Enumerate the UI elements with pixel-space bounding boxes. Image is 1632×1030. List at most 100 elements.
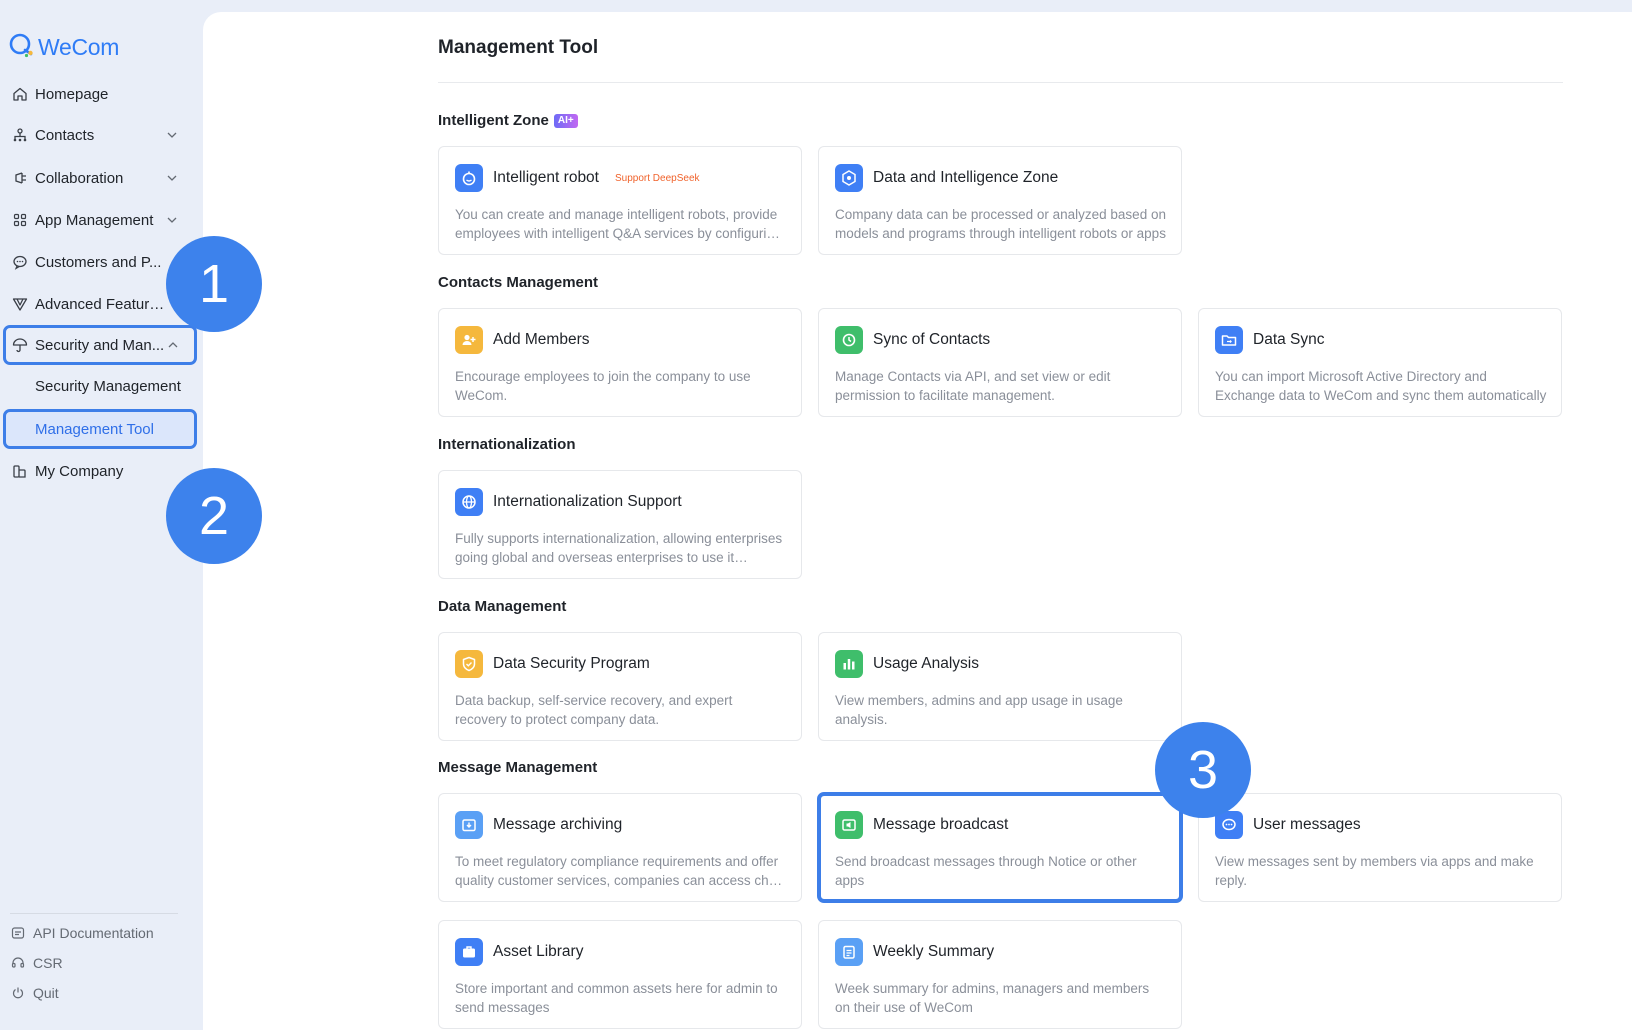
briefcase-icon <box>455 938 483 966</box>
card-name: Data Security Program <box>493 655 650 672</box>
chevron-down-icon[interactable] <box>164 127 180 143</box>
section-title-text: Data Management <box>438 598 567 615</box>
sidebar-subitem-management-tool[interactable]: Management Tool <box>3 409 197 449</box>
footer-label: API Documentation <box>33 925 154 941</box>
section-title-data-management: Data Management <box>438 598 566 615</box>
card-description: Store important and common assets here f… <box>455 981 778 1015</box>
card-sync-of-contacts[interactable]: Sync of Contacts Manage Contacts via API… <box>818 308 1182 417</box>
clipboard-icon <box>835 938 863 966</box>
card-weekly-summary[interactable]: Weekly Summary Week summary for admins, … <box>818 920 1182 1029</box>
section-title-text: Internationalization <box>438 436 576 453</box>
folder-sync-icon <box>1215 326 1243 354</box>
chevron-down-icon[interactable] <box>164 170 180 186</box>
card-internationalization-support[interactable]: Internationalization Support Fully suppo… <box>438 470 802 579</box>
sidebar-item-label: Customers and P... <box>35 253 162 271</box>
step-badge-3: 3 <box>1155 722 1251 818</box>
sidebar-item-collaboration[interactable]: Collaboration <box>4 159 196 197</box>
card-name: Usage Analysis <box>873 655 979 672</box>
card-description: View members, admins and app usage in us… <box>835 693 1123 727</box>
sidebar-item-label: My Company <box>35 462 124 480</box>
card-user-messages[interactable]: User messages View messages sent by memb… <box>1198 793 1562 902</box>
card-description: Week summary for admins, managers and me… <box>835 981 1150 1015</box>
sidebar-item-label: Security and Man... <box>35 336 165 354</box>
section-title-internationalization: Internationalization <box>438 436 576 453</box>
card-add-members[interactable]: Add Members Encourage employees to join … <box>438 308 802 417</box>
sidebar-item-label: Collaboration <box>35 169 124 187</box>
archive-icon <box>455 811 483 839</box>
card-name: Message archiving <box>493 816 623 833</box>
card-description: Company data can be processed or analyze… <box>835 207 1166 241</box>
section-title-text: Intelligent Zone <box>438 112 549 129</box>
card-name: Add Members <box>493 331 590 348</box>
hexagon-intelligence-icon <box>835 164 863 192</box>
wecom-logo-icon <box>8 32 36 63</box>
card-intelligent-robot[interactable]: Intelligent robot Support DeepSeek You c… <box>438 146 802 255</box>
shield-icon <box>455 650 483 678</box>
card-description: Encourage employees to join the company … <box>455 369 751 403</box>
card-data-security-program[interactable]: Data Security Program Data backup, self-… <box>438 632 802 741</box>
card-asset-library[interactable]: Asset Library Store important and common… <box>438 920 802 1029</box>
card-description: Manage Contacts via API, and set view or… <box>835 369 1111 403</box>
section-title-text: Message Management <box>438 759 598 776</box>
chevron-down-icon[interactable] <box>164 212 180 228</box>
wecom-logo[interactable]: WeCom <box>8 32 120 63</box>
section-title-message-management: Message Management <box>438 759 597 776</box>
card-name: Asset Library <box>493 943 584 960</box>
footer-api-documentation[interactable]: API Documentation <box>10 922 154 944</box>
footer-quit[interactable]: Quit <box>10 982 59 1004</box>
section-title-intelligent-zone: Intelligent Zone AI+ <box>438 112 578 129</box>
app-name: WeCom <box>38 33 120 60</box>
org-chart-icon <box>11 126 29 144</box>
card-description: You can import Microsoft Active Director… <box>1215 369 1547 403</box>
sidebar-item-label: App Management <box>35 211 154 229</box>
card-usage-analysis[interactable]: Usage Analysis View members, admins and … <box>818 632 1182 741</box>
chevron-up-icon[interactable] <box>165 337 181 353</box>
ai-plus-tag: AI+ <box>553 113 578 128</box>
advanced-icon <box>11 295 29 313</box>
card-description: View messages sent by members via apps a… <box>1215 854 1534 888</box>
sidebar-subitem-label: Management Tool <box>35 420 154 438</box>
card-description: To meet regulatory compliance requiremen… <box>455 854 780 888</box>
page-title: Management Tool <box>438 37 599 58</box>
power-icon <box>10 985 26 1001</box>
sidebar-divider <box>10 913 178 914</box>
sidebar-item-label: Advanced Features <box>35 295 165 313</box>
sidebar-item-app-management[interactable]: App Management <box>4 201 196 239</box>
card-name: Message broadcast <box>873 816 1009 833</box>
footer-label: CSR <box>33 955 63 971</box>
home-icon <box>11 85 29 103</box>
sidebar-item-security[interactable]: Security and Man... <box>3 325 197 365</box>
step-badge-1: 1 <box>166 236 262 332</box>
apps-grid-icon <box>11 211 29 229</box>
card-data-sync[interactable]: Data Sync You can import Microsoft Activ… <box>1198 308 1562 417</box>
support-deepseek-tag: Support DeepSeek <box>615 172 700 184</box>
main-content: Management Tool Intelligent Zone AI+ Int… <box>203 12 1632 1030</box>
title-divider <box>438 82 1563 83</box>
sidebar-item-homepage[interactable]: Homepage <box>4 75 196 113</box>
sidebar-item-my-company[interactable]: My Company <box>4 452 196 490</box>
footer-csr[interactable]: CSR <box>10 952 63 974</box>
card-description: Send broadcast messages through Notice o… <box>835 854 1137 888</box>
card-data-intelligence-zone[interactable]: Data and Intelligence Zone Company data … <box>818 146 1182 255</box>
add-members-icon <box>455 326 483 354</box>
card-message-archiving[interactable]: Message archiving To meet regulatory com… <box>438 793 802 902</box>
sidebar-subitem-security-management[interactable]: Security Management <box>4 367 196 405</box>
sidebar-item-contacts[interactable]: Contacts <box>4 116 196 154</box>
card-name: Sync of Contacts <box>873 331 991 348</box>
sidebar-item-label: Homepage <box>35 85 109 103</box>
headset-icon <box>10 955 26 971</box>
sidebar-subitem-label: Security Management <box>35 377 181 395</box>
document-icon <box>10 925 26 941</box>
card-description: Data backup, self-service recovery, and … <box>455 693 733 727</box>
building-icon <box>11 462 29 480</box>
card-description: You can create and manage intelligent ro… <box>455 207 782 241</box>
robot-icon <box>455 164 483 192</box>
card-message-broadcast[interactable]: Message broadcast Send broadcast message… <box>817 792 1183 903</box>
card-name: Internationalization Support <box>493 493 682 510</box>
footer-label: Quit <box>33 985 59 1001</box>
collaboration-icon <box>11 169 29 187</box>
card-name: Data Sync <box>1253 331 1325 348</box>
bar-chart-icon <box>835 650 863 678</box>
globe-icon <box>455 488 483 516</box>
card-name: Intelligent robot <box>493 169 599 186</box>
